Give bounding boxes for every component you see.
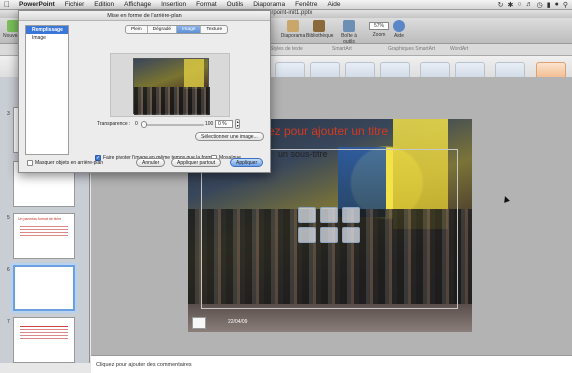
- battery-icon[interactable]: ▮: [547, 1, 551, 9]
- spotlight-icon[interactable]: ⚲: [563, 1, 568, 9]
- library-button[interactable]: Bibliothèque: [306, 20, 334, 39]
- help-icon: [393, 20, 405, 32]
- tab-text-styles[interactable]: Styles de texte: [270, 46, 303, 52]
- apple-menu-icon[interactable]: : [0, 0, 14, 9]
- menu-bar:  PowerPoint Fichier Edition Affichage I…: [0, 0, 572, 10]
- slide-thumbnail-5[interactable]: Un panneau format de fiche: [13, 213, 75, 259]
- status-icons: ↻ ✱ ○ ♬ ◷ ▮ ● ⚲: [498, 1, 572, 9]
- library-icon: [313, 20, 325, 32]
- menu-fichier[interactable]: Fichier: [60, 1, 90, 8]
- preview-detail: [134, 87, 210, 115]
- slide-thumbnail-7[interactable]: [13, 317, 75, 363]
- user-icon[interactable]: ●: [555, 1, 559, 8]
- tab-smartart[interactable]: SmartArt: [332, 46, 352, 52]
- thumbnail-title: Un panneau format de fiche: [18, 217, 62, 221]
- hide-background-objects-label: Masquer objets en arrière-plan: [35, 160, 104, 166]
- checkbox-unchecked-icon: [27, 160, 33, 166]
- tab-smartart-graphics[interactable]: Graphiques SmartArt: [388, 46, 435, 52]
- clock-icon[interactable]: ◷: [537, 1, 543, 9]
- slider-max-label: 100: [205, 121, 214, 127]
- slideshow-button[interactable]: Diaporama: [280, 20, 306, 39]
- slide-number: 7: [7, 319, 10, 325]
- insert-chart-icon[interactable]: [320, 207, 338, 223]
- image-preview: [133, 58, 210, 115]
- slide-number: 6: [7, 267, 10, 273]
- menu-diaporama[interactable]: Diaporama: [248, 1, 290, 8]
- menu-outils[interactable]: Outils: [222, 1, 249, 8]
- tab-plein[interactable]: Plein: [126, 26, 148, 33]
- dialog-content: Plein Dégradé Image Texture Transparence…: [75, 25, 265, 161]
- help-button[interactable]: Aide: [386, 20, 412, 39]
- slide-date: 22/04/09: [228, 319, 248, 325]
- transparency-input[interactable]: 0 %: [215, 120, 233, 128]
- volume-icon[interactable]: ♬: [526, 1, 533, 8]
- menu-aide[interactable]: Aide: [323, 1, 346, 8]
- category-image[interactable]: Image: [26, 34, 68, 42]
- sync-icon[interactable]: ↻: [498, 1, 504, 9]
- image-preview-area: [110, 53, 230, 117]
- toolbox-icon: [343, 20, 355, 32]
- slideshow-icon: [287, 20, 299, 32]
- notes-pane[interactable]: Cliquez pour ajouter des commentaires: [91, 355, 572, 373]
- menu-edition[interactable]: Edition: [89, 1, 119, 8]
- insert-smartart-icon[interactable]: [342, 207, 360, 223]
- tab-image[interactable]: Image: [177, 26, 202, 33]
- tab-wordart[interactable]: WordArt: [450, 46, 468, 52]
- format-background-dialog: Mise en forme de l'arrière-plan Rempliss…: [18, 10, 271, 173]
- menu-format[interactable]: Format: [191, 1, 222, 8]
- slide-subtitle-placeholder[interactable]: un sous-titre: [278, 149, 328, 159]
- hide-background-objects-checkbox[interactable]: Masquer objets en arrière-plan: [27, 160, 103, 166]
- thumbnail-lines: [14, 318, 74, 339]
- tab-degrade[interactable]: Dégradé: [148, 26, 178, 33]
- select-image-button[interactable]: Sélectionner une image...: [195, 132, 264, 141]
- preview-detail: [184, 59, 204, 89]
- toolbox-button[interactable]: Boîte à outils: [336, 20, 362, 45]
- slide-number: 5: [7, 215, 10, 221]
- transparency-label: Transparence :: [97, 121, 131, 127]
- menu-powerpoint[interactable]: PowerPoint: [14, 1, 60, 8]
- slide-title-placeholder[interactable]: ez pour ajouter un titre: [268, 124, 388, 138]
- slide-number: 3: [7, 111, 10, 117]
- fill-type-tabs: Plein Dégradé Image Texture: [125, 25, 229, 34]
- slide-thumbnail-6[interactable]: [13, 265, 75, 311]
- bluetooth-icon[interactable]: ✱: [508, 1, 514, 9]
- wifi-icon[interactable]: ○: [517, 1, 521, 8]
- tab-texture[interactable]: Texture: [201, 26, 227, 33]
- window-filename: erpoint-init1.pptx: [268, 10, 313, 16]
- category-remplissage[interactable]: Remplissage: [26, 26, 68, 34]
- menu-affichage[interactable]: Affichage: [119, 1, 156, 8]
- insert-picture-icon[interactable]: [298, 227, 316, 243]
- transparency-slider[interactable]: [142, 124, 204, 126]
- dialog-title: Mise en forme de l'arrière-plan: [19, 11, 270, 21]
- slider-min-label: 0: [135, 121, 138, 127]
- transparency-slider-thumb[interactable]: [141, 121, 147, 128]
- notes-placeholder: Cliquez pour ajouter des commentaires: [96, 362, 192, 368]
- insert-table-icon[interactable]: [298, 207, 316, 223]
- transparency-stepper[interactable]: ▲ ▼: [235, 119, 240, 129]
- cancel-button[interactable]: Annuler: [136, 158, 166, 167]
- insert-clipart-icon[interactable]: [320, 227, 338, 243]
- slide-logo: [192, 317, 206, 329]
- content-insert-icons: [298, 207, 360, 243]
- insert-movie-icon[interactable]: [342, 227, 360, 243]
- menu-fenetre[interactable]: Fenêtre: [290, 1, 322, 8]
- apply-button[interactable]: Appliquer: [230, 158, 264, 167]
- category-list: Remplissage Image: [25, 25, 69, 155]
- menu-insertion[interactable]: Insertion: [156, 1, 191, 8]
- apply-all-button[interactable]: Appliquer partout: [171, 158, 222, 167]
